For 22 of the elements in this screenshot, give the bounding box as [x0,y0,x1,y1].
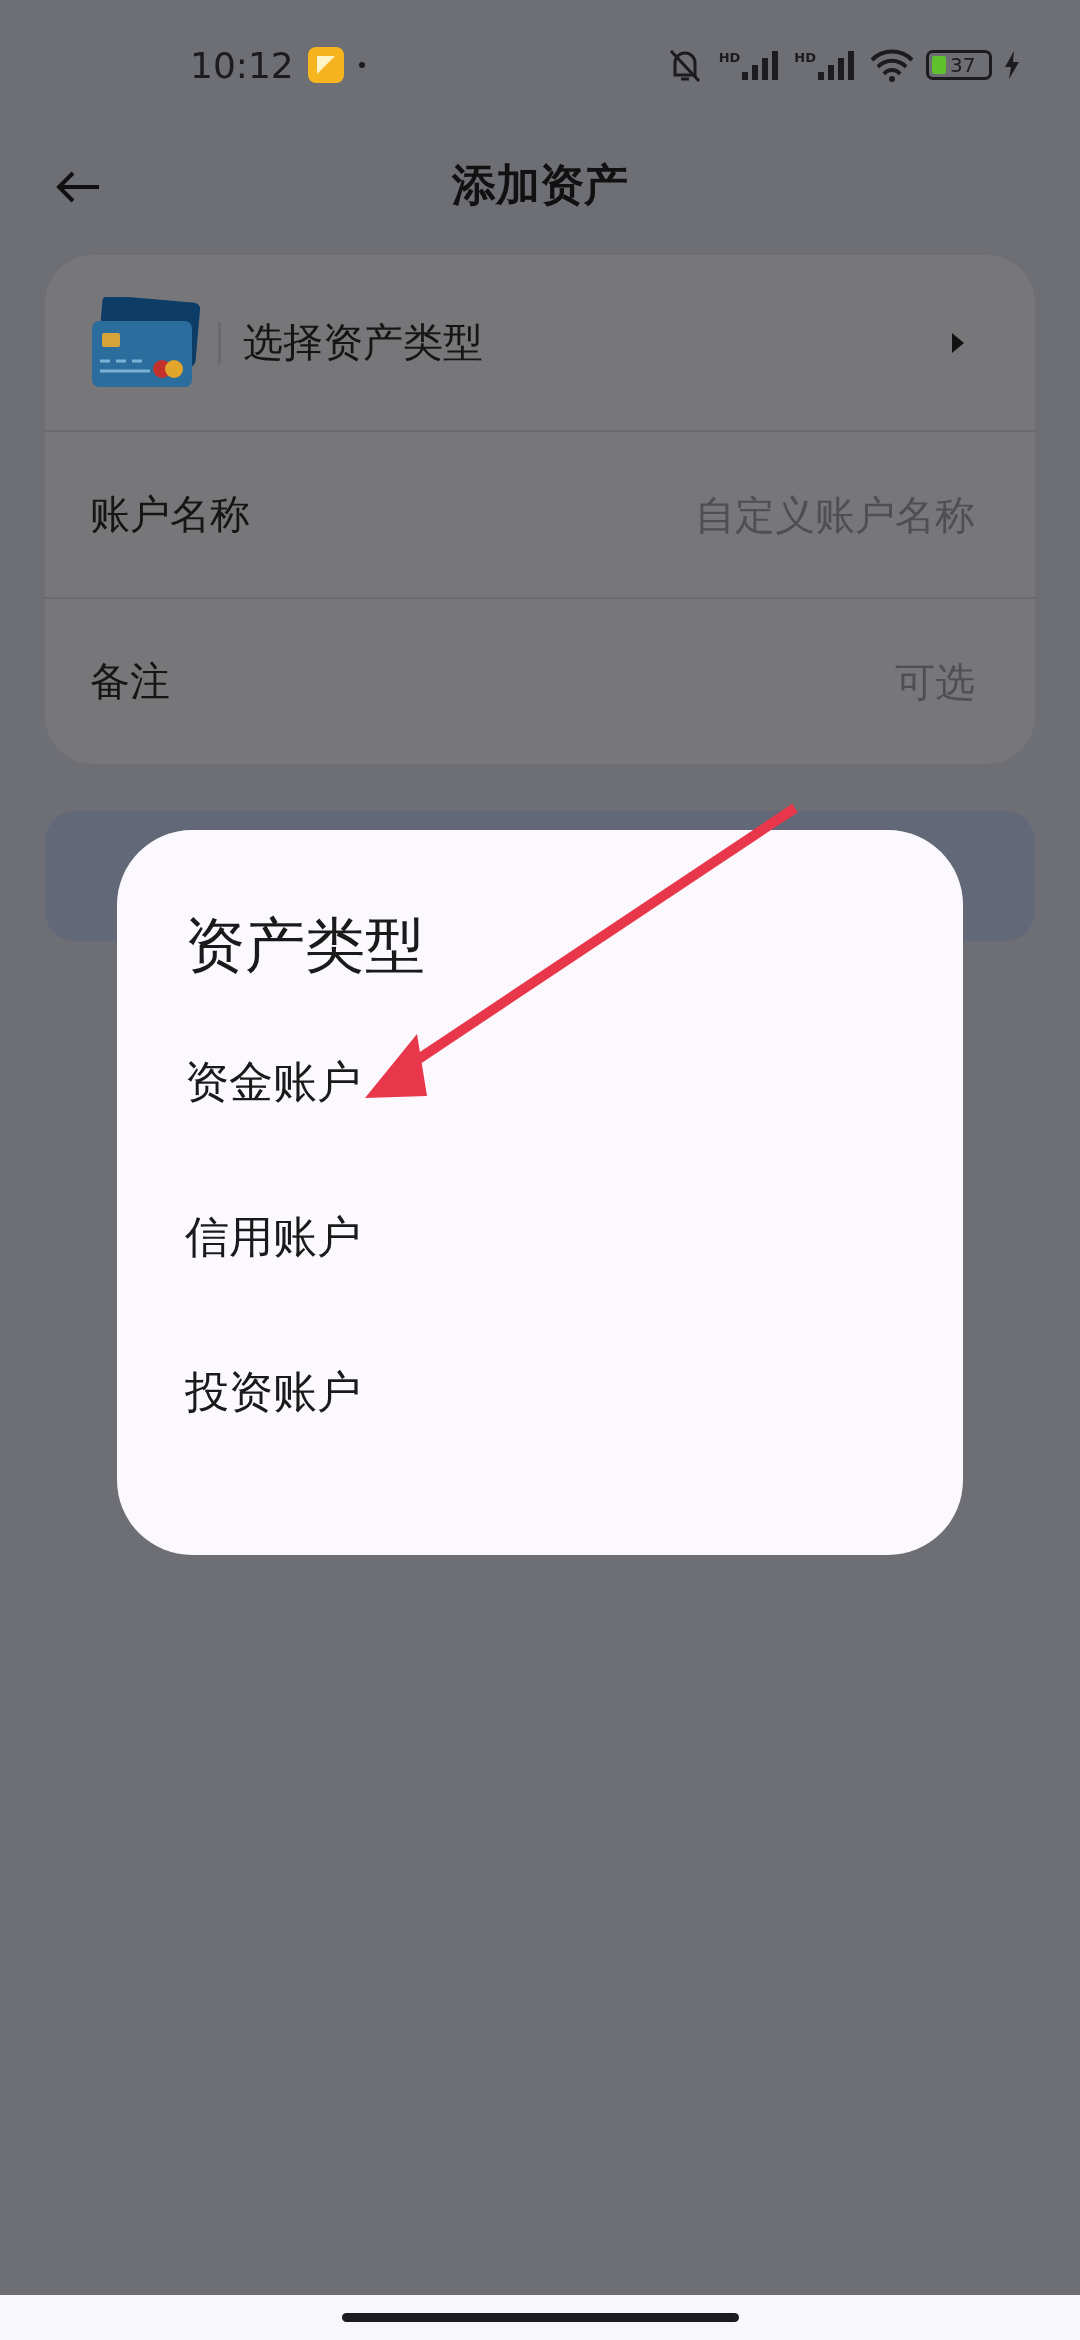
asset-type-label: 选择资产类型 [243,318,483,367]
field-label: 备注 [90,657,170,706]
option-item[interactable]: 信用账户 [185,1160,361,1315]
dot-icon [357,61,366,69]
field-label: 账户名称 [90,490,250,539]
option-item[interactable]: 资金账户 [185,1005,361,1160]
app-icon [307,47,344,83]
dialog-title: 资产类型 [185,910,425,980]
charging-bolt-icon [1004,51,1020,79]
home-handle[interactable] [341,2313,739,2322]
network-type-label: HD [794,50,816,65]
back-arrow-icon[interactable] [55,170,101,204]
option-item[interactable]: 投资账户 [185,1315,361,1470]
page-title: 添加资产 [452,157,628,212]
battery-percent: 37 [950,55,976,75]
credit-card-icon [90,296,200,389]
status-time: 10:12 [190,44,294,86]
network-type-label: HD [718,50,741,65]
wifi-icon [870,48,914,82]
caret-icon [951,331,965,354]
asset-type-row[interactable]: 选择资产类型 [45,255,1035,430]
battery-fill-icon [932,56,946,74]
